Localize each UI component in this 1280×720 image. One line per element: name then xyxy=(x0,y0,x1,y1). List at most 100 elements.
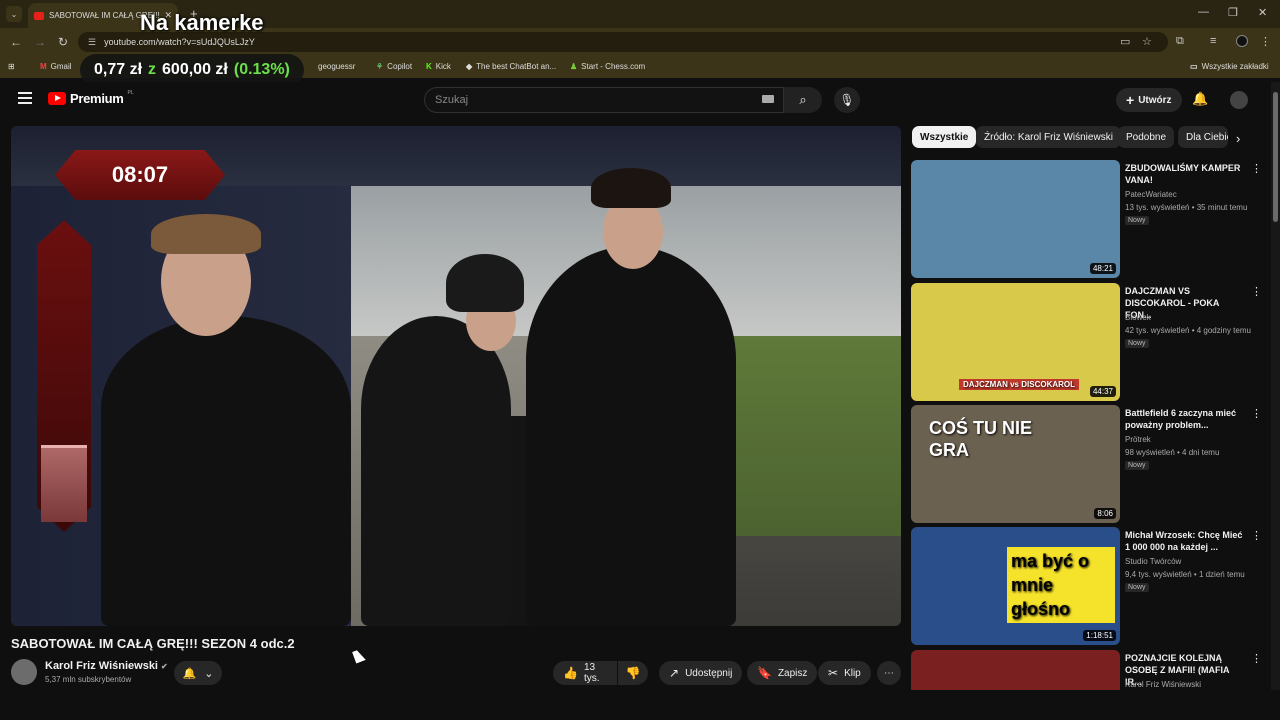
share-button[interactable]: ↗ Udostępnij xyxy=(659,661,743,685)
recommendation-more-icon[interactable]: ⋮ xyxy=(1251,285,1262,298)
thumbs-down-icon: 👎 xyxy=(625,666,641,680)
logo-region: PL xyxy=(127,89,134,96)
person-left-hair xyxy=(151,214,261,254)
search-icon: ⌕ xyxy=(799,92,807,107)
recommendation-channel[interactable]: Karol Friz Wiśniewski xyxy=(1125,680,1201,689)
person-middle xyxy=(361,316,511,626)
video-thumbnail[interactable]: DAJCZMAN vs DISCOKAROL 44:37 xyxy=(911,283,1120,401)
recommendation-title[interactable]: ZBUDOWALIŚMY KAMPER VANA! xyxy=(1125,162,1247,186)
recommendation-more-icon[interactable]: ⋮ xyxy=(1251,529,1262,542)
site-info-icon[interactable]: ☰ xyxy=(88,37,96,48)
clip-label: Klip xyxy=(844,667,861,679)
thumbs-up-icon: 👍 xyxy=(563,666,578,680)
recommendation-item[interactable]: 48:21 ZBUDOWALIŚMY KAMPER VANA! PatecWaria… xyxy=(911,160,1262,278)
voice-search-button[interactable]: 🎙 xyxy=(834,87,860,113)
video-duration: 48:21 xyxy=(1089,263,1116,274)
person-right-hair xyxy=(591,168,671,208)
new-badge: Nowy xyxy=(1125,216,1149,225)
create-button[interactable]: + Utwórz xyxy=(1116,88,1182,112)
browser-menu-icon[interactable]: ⋮ xyxy=(1260,35,1271,48)
video-thumbnail[interactable]: ma być o mnie głośno 1:18:51 xyxy=(911,527,1120,645)
reload-icon[interactable]: ↻ xyxy=(58,35,68,49)
video-thumbnail[interactable] xyxy=(911,650,1120,690)
chip-all[interactable]: Wszystkie xyxy=(912,126,977,148)
verified-icon: ✔ xyxy=(161,662,168,671)
recommendation-channel[interactable]: Studio Twórców xyxy=(1125,557,1181,566)
microphone-icon: 🎙 xyxy=(839,93,855,107)
mouse-cursor-icon xyxy=(352,648,366,664)
bookmark-chess[interactable]: ♟ Start - Chess.com xyxy=(570,62,645,71)
recommendation-more-icon[interactable]: ⋮ xyxy=(1251,162,1262,175)
account-avatar[interactable] xyxy=(1230,91,1248,109)
video-player[interactable]: 08:07 xyxy=(11,126,901,626)
bookmark-gmail[interactable]: M Gmail xyxy=(40,62,72,71)
recommendation-item[interactable]: DAJCZMAN vs DISCOKAROL 44:37 DAJCZMAN VS D… xyxy=(911,283,1262,401)
minimize-icon[interactable]: — xyxy=(1198,6,1209,18)
more-actions-button[interactable]: ⋯ xyxy=(877,661,901,685)
chip-source[interactable]: Źródło: Karol Friz Wiśniewski xyxy=(976,126,1121,148)
create-label: Utwórz xyxy=(1138,94,1172,106)
bookmark-chatbot[interactable]: ◆ The best ChatBot an... xyxy=(466,62,556,71)
bookmark-copilot[interactable]: ⚘ Copilot xyxy=(376,62,412,71)
extensions-icon[interactable]: ⧉ xyxy=(1176,35,1184,48)
channel-avatar[interactable] xyxy=(11,659,37,685)
recommendation-meta: 9,4 tys. wyświetleń • 1 dzień temu xyxy=(1125,570,1245,579)
subscription-bell-button[interactable]: 🔔 ⌄ xyxy=(174,661,222,685)
cast-icon[interactable]: ▭ xyxy=(1120,35,1130,48)
back-icon[interactable]: ← xyxy=(10,35,22,49)
recommendation-item[interactable]: POZNAJCIE KOLEJNĄ OSOBĘ Z MAFII! (MAFIA … xyxy=(911,650,1262,690)
media-controls-icon[interactable]: ≡ xyxy=(1210,35,1216,47)
dislike-button[interactable]: 👎 xyxy=(618,661,648,685)
menu-icon[interactable] xyxy=(18,92,32,107)
recommendation-item[interactable]: COŚ TU NIE GRA 8:06 Battlefield 6 zaczyna … xyxy=(911,405,1262,523)
recommendation-title[interactable]: Michał Wrzosek: Chcę Mieć 1 000 000 na k… xyxy=(1125,529,1247,553)
chip-for-you[interactable]: Dla Ciebie xyxy=(1178,126,1228,148)
url-text: youtube.com/watch?v=sUdJQUsLJzY xyxy=(104,37,255,47)
recommendation-channel[interactable]: Prötrek xyxy=(1125,435,1151,444)
youtube-header: Premium PL Szukaj ⌕ 🎙 + Utwórz 🔔 xyxy=(0,82,1270,118)
all-bookmarks[interactable]: ▭ Wszystkie zakładki xyxy=(1190,62,1269,71)
search-button[interactable]: ⌕ xyxy=(784,87,822,113)
youtube-play-icon xyxy=(48,92,66,105)
bookmark-kick[interactable]: K Kick xyxy=(426,62,451,71)
notifications-bell-icon[interactable]: 🔔 xyxy=(1192,91,1208,107)
clip-button[interactable]: ✂ Klip xyxy=(818,661,871,685)
youtube-logo[interactable]: Premium PL xyxy=(48,89,134,106)
video-thumbnail[interactable]: 48:21 xyxy=(911,160,1120,278)
recommendation-channel[interactable]: PatecWariatec xyxy=(1125,190,1177,199)
recommendation-channel[interactable]: Blowek xyxy=(1125,313,1151,322)
plus-icon: + xyxy=(1126,92,1135,108)
tab-search-icon[interactable]: ⌄ xyxy=(6,6,22,22)
video-title: SABOTOWAŁ IM CAŁĄ GRĘ!!! SEZON 4 odc.2 xyxy=(11,636,295,651)
bookmark-geoguessr[interactable]: geoguessr xyxy=(318,62,355,71)
forward-icon[interactable]: → xyxy=(34,35,46,49)
youtube-favicon-icon xyxy=(34,11,44,20)
apps-icon[interactable]: ⊞ xyxy=(8,62,15,71)
scrollbar-thumb[interactable] xyxy=(1273,92,1278,222)
video-thumbnail[interactable]: COŚ TU NIE GRA 8:06 xyxy=(911,405,1120,523)
logo-text: Premium xyxy=(70,91,124,106)
profile-avatar[interactable] xyxy=(1236,35,1248,47)
person-left xyxy=(101,316,351,626)
maximize-icon[interactable]: ❐ xyxy=(1228,6,1238,19)
donation-current: 0,77 zł xyxy=(94,61,143,78)
more-icon: ⋯ xyxy=(884,667,894,679)
bookmark-star-icon[interactable]: ☆ xyxy=(1142,35,1152,48)
save-button[interactable]: 🔖 Zapisz xyxy=(747,661,818,685)
thumbnail-text: ma być o mnie głośno xyxy=(1007,547,1115,623)
like-button[interactable]: 👍 13 tys. xyxy=(553,661,617,685)
recommendation-meta: 98 wyświetleń • 4 dni temu xyxy=(1125,448,1220,457)
keyboard-icon[interactable] xyxy=(762,95,774,103)
game-gauge-level-marker xyxy=(41,444,87,448)
chips-next-arrow-icon[interactable]: › xyxy=(1236,131,1240,146)
recommendation-more-icon[interactable]: ⋮ xyxy=(1251,407,1262,420)
video-duration: 1:18:51 xyxy=(1083,630,1116,641)
recommendation-title[interactable]: Battlefield 6 zaczyna mieć poważny probl… xyxy=(1125,407,1247,431)
recommendation-item[interactable]: ma być o mnie głośno 1:18:51 Michał Wrzose… xyxy=(911,527,1262,645)
chip-related[interactable]: Podobne xyxy=(1118,126,1175,148)
close-window-icon[interactable]: ✕ xyxy=(1258,6,1267,19)
recommendation-more-icon[interactable]: ⋮ xyxy=(1251,652,1262,665)
search-input[interactable]: Szukaj xyxy=(424,87,784,113)
channel-name[interactable]: Karol Friz Wiśniewski ✔ xyxy=(45,660,168,672)
page-scrollbar[interactable] xyxy=(1271,82,1280,690)
